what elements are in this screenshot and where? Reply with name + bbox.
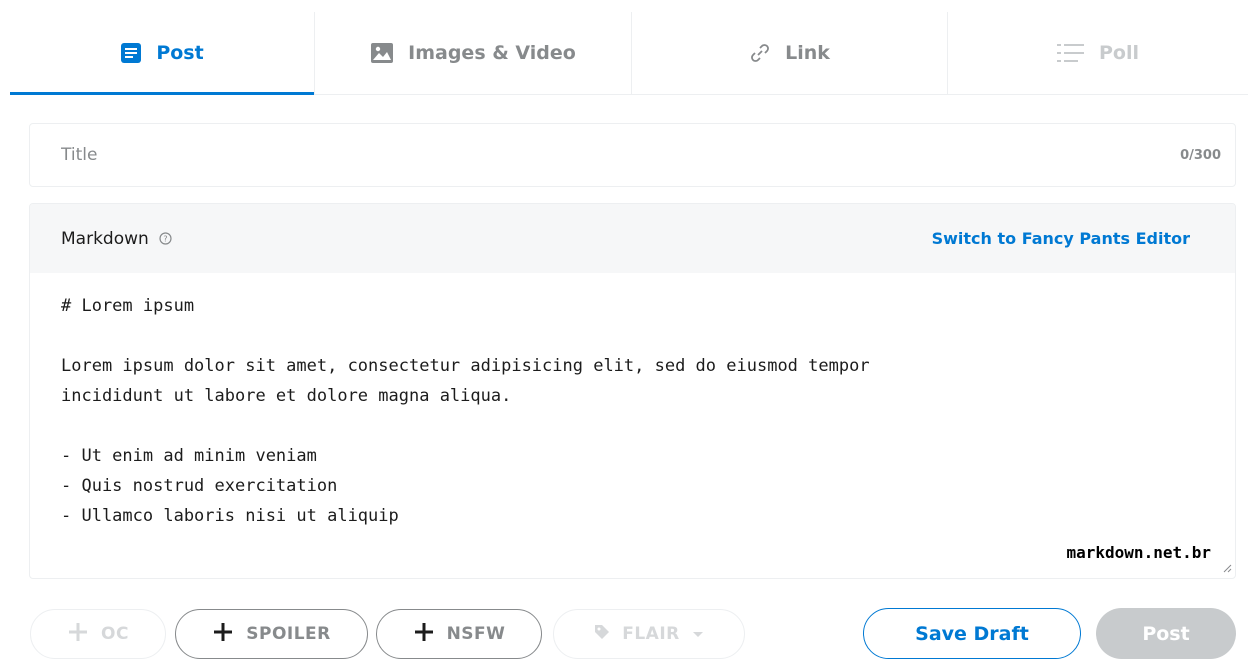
resize-handle-icon[interactable]: [1222, 558, 1232, 577]
tab-poll-label: Poll: [1098, 42, 1139, 64]
title-field: 0/300: [29, 123, 1236, 187]
markdown-content: # Lorem ipsum Lorem ipsum dolor sit amet…: [61, 296, 870, 526]
spoiler-tag-label: SPOILER: [246, 624, 331, 644]
editor-header: Markdown ? Switch to Fancy Pants Editor: [30, 204, 1235, 273]
nsfw-tag-button[interactable]: NSFW: [376, 609, 542, 659]
poll-icon: [1056, 42, 1085, 64]
help-icon[interactable]: ?: [159, 232, 172, 245]
title-input[interactable]: [61, 145, 961, 165]
tab-images-video-label: Images & Video: [408, 42, 576, 64]
markdown-editor: Markdown ? Switch to Fancy Pants Editor …: [29, 203, 1236, 579]
post-icon: [120, 42, 142, 64]
spoiler-tag-button[interactable]: SPOILER: [175, 609, 368, 659]
save-draft-button[interactable]: Save Draft: [863, 608, 1081, 659]
nsfw-tag-label: NSFW: [446, 624, 506, 644]
tab-images-video[interactable]: Images & Video: [315, 12, 632, 94]
chevron-down-icon: [692, 624, 704, 644]
post-button[interactable]: Post: [1096, 608, 1236, 659]
flair-button[interactable]: FLAIR: [553, 609, 745, 659]
plus-icon: [413, 621, 435, 648]
post-type-tabs: Post Images & Video Link Poll: [10, 12, 1248, 95]
editor-mode-label: Markdown: [61, 228, 149, 249]
link-icon: [749, 42, 771, 64]
tab-link[interactable]: Link: [632, 12, 948, 94]
switch-editor-link[interactable]: Switch to Fancy Pants Editor: [932, 229, 1190, 248]
editor-mode: Markdown ?: [61, 229, 172, 249]
editor-textarea[interactable]: # Lorem ipsum Lorem ipsum dolor sit amet…: [30, 273, 1235, 578]
title-char-counter: 0/300: [1180, 147, 1221, 163]
tab-post-label: Post: [156, 42, 204, 64]
tab-poll[interactable]: Poll: [948, 12, 1248, 94]
svg-text:?: ?: [163, 234, 167, 243]
plus-icon: [67, 621, 89, 648]
tag-icon: [594, 624, 610, 645]
oc-tag-button[interactable]: OC: [30, 609, 166, 659]
tab-link-label: Link: [785, 42, 830, 64]
oc-tag-label: OC: [101, 624, 129, 644]
tab-post[interactable]: Post: [10, 12, 315, 95]
plus-icon: [212, 621, 234, 648]
watermark: markdown.net.br: [1066, 543, 1212, 562]
flair-label: FLAIR: [622, 624, 680, 644]
image-icon: [370, 42, 394, 64]
